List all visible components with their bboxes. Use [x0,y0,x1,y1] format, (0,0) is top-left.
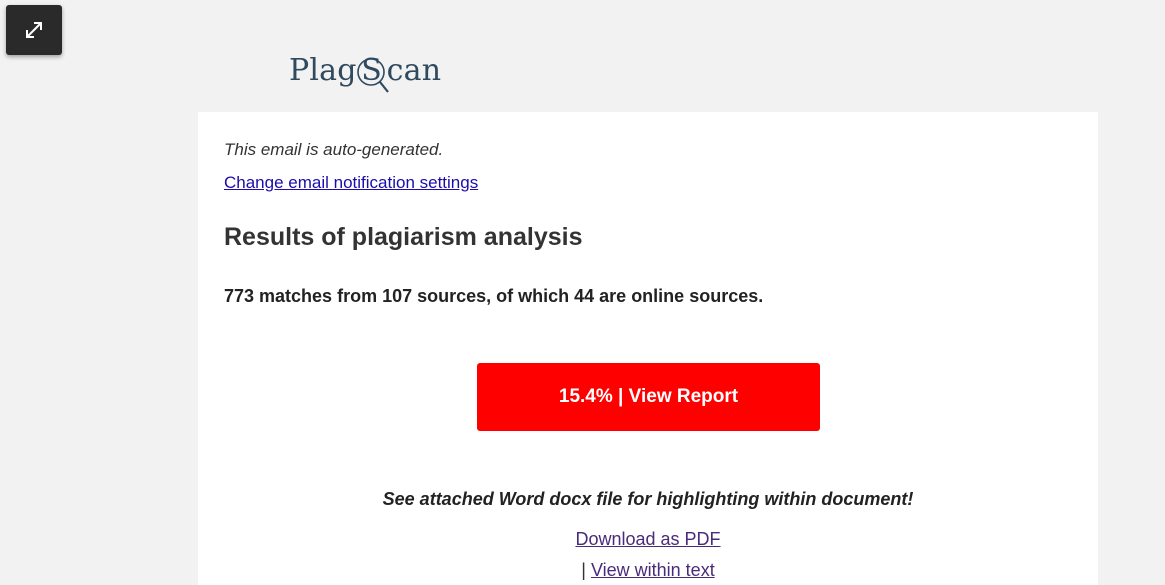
plagscan-logo: Plag S can [289,48,442,93]
view-within-text-link[interactable]: View within text [591,560,715,580]
page-title: Results of plagiarism analysis [224,223,583,251]
view-within-text-row: | View within text [198,560,1098,581]
logo-suffix: can [386,52,442,88]
view-report-button[interactable]: 15.4% | View Report [477,363,820,431]
email-card: This email is auto-generated. Change ema… [198,112,1098,585]
match-summary: 773 matches from 107 sources, of which 4… [224,286,764,306]
notification-settings-link[interactable]: Change email notification settings [224,173,478,193]
download-pdf-link[interactable]: Download as PDF [575,529,720,549]
logo-prefix: Plag [289,52,357,88]
attachment-note: See attached Word docx file for highligh… [382,489,914,509]
magnifier-icon [356,57,389,93]
expand-diagonal-icon [26,22,42,38]
link-separator: | [581,560,591,580]
auto-generated-note: This email is auto-generated. [224,140,444,159]
logo-magnifier-s: S [356,53,389,93]
download-pdf-row: Download as PDF [198,529,1098,550]
expand-button[interactable] [6,5,62,55]
